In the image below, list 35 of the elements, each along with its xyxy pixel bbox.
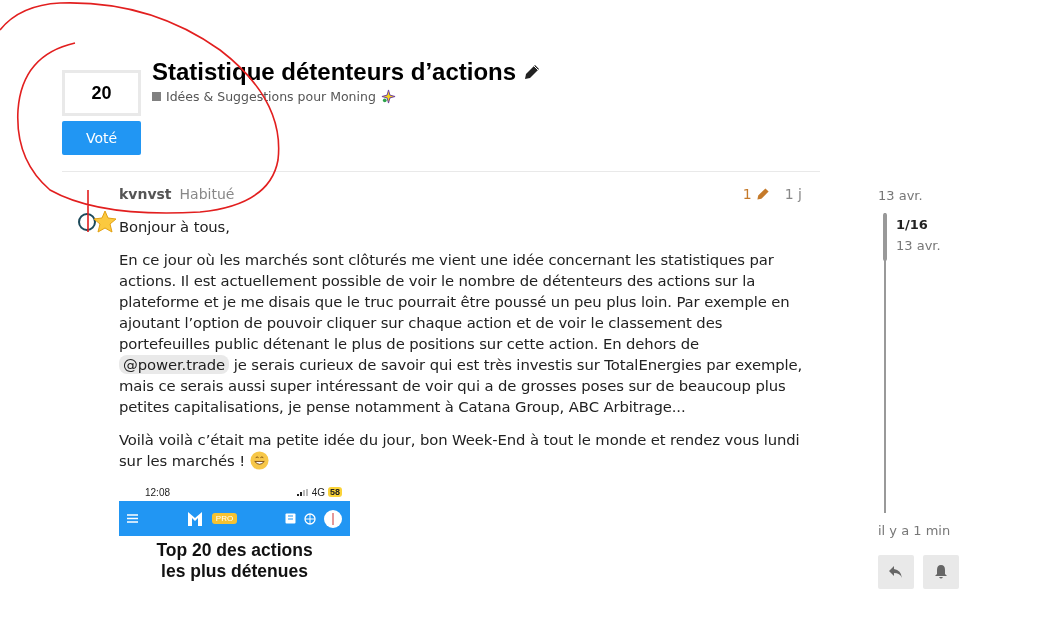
network-label: 4G (311, 486, 325, 498)
post-age[interactable]: 1 j (784, 186, 802, 202)
sparkles-icon (380, 89, 396, 104)
globe-icon (304, 512, 316, 525)
avatar-icon[interactable] (78, 209, 118, 235)
username[interactable]: kvnvst (119, 186, 172, 202)
start-date[interactable]: 13 avr. (878, 188, 988, 203)
vote-count: 20 (62, 70, 141, 116)
vote-button[interactable]: Voté (62, 121, 141, 155)
notification-bell-button[interactable] (923, 555, 959, 589)
last-post-time[interactable]: il y a 1 min (878, 523, 988, 538)
post-paragraph: En ce jour où les marchés sont clôturés me vient une idée concernant les statistiques par actions. Il est actuellement possible de voir le nombre de détenteurs des actions sur la plateforme et je me disais que le truc pourrait être poussé un peu plus loin. Par exemple en ajoutant l’option de pouvoir cliquer sur chaque action et de voir le classement des portefeuilles public détenant le plus de positions sur cette action. En dehors de @power.trade je serais curieux de savoir qui est très investis sur TotalEnergies par exemple, mais ce serais aussi super intéressant de voir qui a de grosses poses sur de beaucoup plus petites capitalisations, je pense notamment à Catana Group, ABC Arbitrage... (119, 250, 804, 417)
profile-icon (324, 509, 342, 528)
post-position: 1/16 (896, 217, 929, 232)
user-title: Habitué (179, 186, 235, 202)
reply-button[interactable] (878, 555, 914, 589)
battery-level: 58 (328, 487, 342, 497)
timeline-handle[interactable] (883, 213, 887, 261)
user-mention-link[interactable]: @power.trade (119, 355, 230, 374)
signal-icon (296, 488, 309, 496)
menu-icon (127, 514, 138, 523)
pencil-icon (754, 186, 771, 202)
category-square-icon (152, 92, 161, 101)
wallet-icon (285, 513, 296, 524)
edit-history-button[interactable]: 1 (742, 186, 771, 202)
position-date: 13 avr. (896, 238, 941, 253)
reply-icon (888, 565, 904, 579)
phone-time: 12:08 (145, 486, 171, 498)
image-heading: Top 20 des actions les plus détenues (155, 540, 314, 582)
post-paragraph: Bonjour à tous, (119, 217, 231, 237)
pro-badge: PRO (211, 513, 238, 524)
bell-icon (934, 564, 948, 580)
logo-icon (185, 509, 204, 528)
grinning-emoji-icon (249, 451, 269, 470)
post-paragraph: Voilà voilà c’était ma petite idée du jour, bon Week-End à tout le monde et rendez vous lundi sur les marchés ! (119, 430, 801, 471)
